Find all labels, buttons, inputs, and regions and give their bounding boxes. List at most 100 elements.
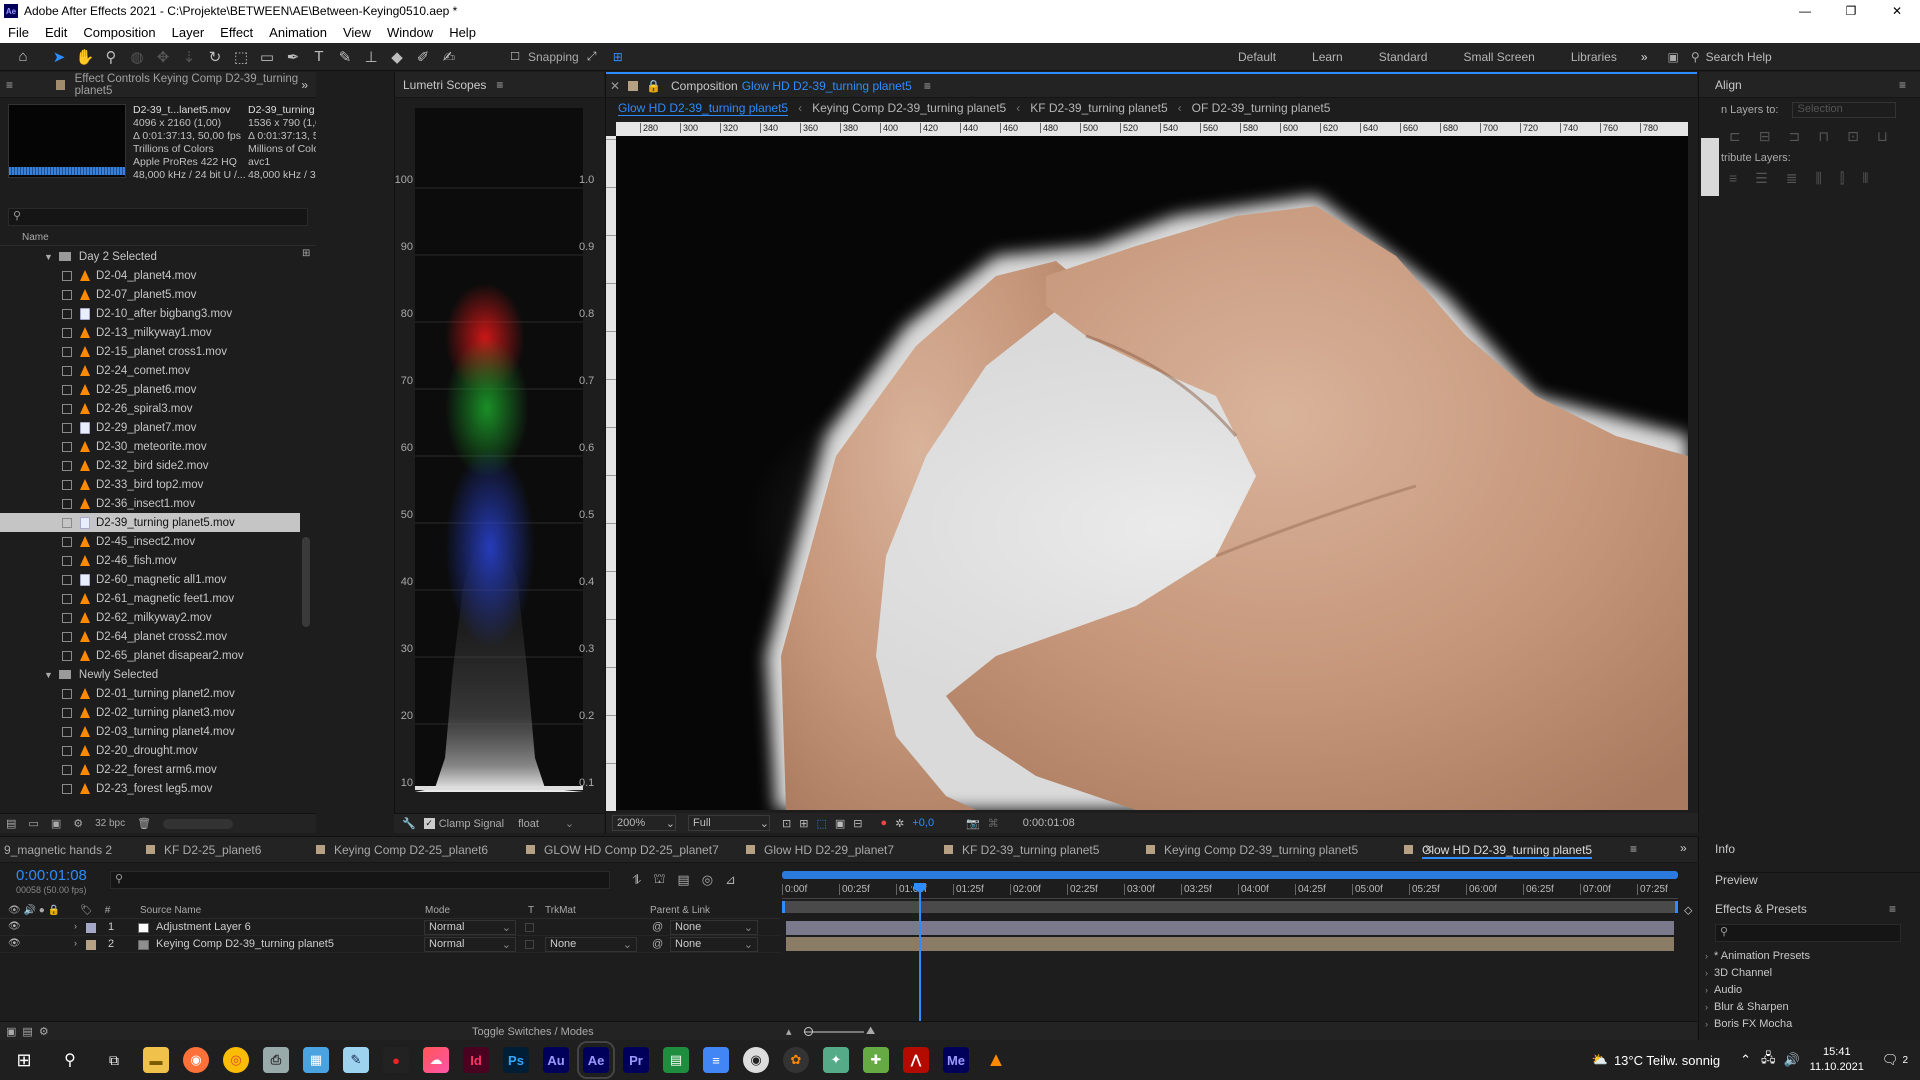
- close-window-button[interactable]: ✕: [1874, 0, 1920, 22]
- davinci-icon[interactable]: ✿: [783, 1047, 809, 1073]
- project-item[interactable]: D2-39_turning planet5.mov: [0, 513, 300, 532]
- effects-category[interactable]: › * Animation Presets: [1705, 948, 1905, 965]
- rotation-tool-icon[interactable]: ↻: [204, 46, 226, 68]
- clamp-signal-checkbox[interactable]: ✓: [423, 818, 435, 829]
- mode-column[interactable]: Mode: [425, 905, 450, 916]
- item-checkbox[interactable]: [62, 536, 72, 547]
- item-checkbox[interactable]: [62, 612, 72, 623]
- menu-layer[interactable]: Layer: [164, 25, 213, 40]
- work-area-bar[interactable]: [782, 901, 1678, 913]
- render-time-icon[interactable]: ⚙: [39, 1025, 49, 1038]
- menu-effect[interactable]: Effect: [212, 25, 261, 40]
- disclosure-triangle-icon[interactable]: ▼: [44, 670, 53, 680]
- comp-tab-name[interactable]: Glow HD D2-39_turning planet5: [742, 79, 912, 93]
- item-checkbox[interactable]: [62, 764, 72, 775]
- new-folder-icon[interactable]: ▭: [28, 817, 38, 830]
- item-checkbox[interactable]: [62, 346, 72, 357]
- effects-menu-icon[interactable]: ≡: [1889, 902, 1896, 916]
- project-item[interactable]: D2-07_planet5.mov: [0, 285, 300, 304]
- effect-controls-tab[interactable]: Effect Controls Keying Comp D2-39_turnin…: [75, 73, 316, 97]
- timeline-menu-icon[interactable]: ≡: [1630, 842, 1637, 856]
- dolly-camera-icon[interactable]: ⇣: [178, 46, 200, 68]
- menu-edit[interactable]: Edit: [37, 25, 75, 40]
- menu-animation[interactable]: Animation: [261, 25, 335, 40]
- timeline-timecode[interactable]: 0:00:01:08: [16, 867, 87, 884]
- interpret-footage-icon[interactable]: ▤: [6, 817, 16, 830]
- clock-time[interactable]: 15:41: [1810, 1045, 1864, 1060]
- after-effects-icon[interactable]: Ae: [577, 1041, 615, 1079]
- layer-label-color[interactable]: [86, 940, 96, 950]
- zoom-dropdown[interactable]: 200% ⌄: [612, 815, 676, 831]
- timeline-tab[interactable]: Glow HD D2-39_turning planet5: [1422, 843, 1593, 859]
- timeline-tab[interactable]: KF D2-25_planet6: [164, 843, 261, 857]
- type-tool-icon[interactable]: T: [308, 46, 330, 68]
- align-scroll-thumb[interactable]: [1701, 138, 1719, 196]
- menu-window[interactable]: Window: [379, 25, 441, 40]
- preserve-transparency-box[interactable]: [525, 923, 534, 932]
- comp-viewer[interactable]: [616, 136, 1688, 810]
- weather-icon[interactable]: ⛅: [1592, 1052, 1608, 1068]
- obs-icon[interactable]: ◉: [743, 1047, 769, 1073]
- align-menu-icon[interactable]: ≡: [1899, 78, 1906, 92]
- task-view-icon[interactable]: ⧉: [92, 1052, 136, 1069]
- disclosure-triangle-icon[interactable]: ›: [1705, 968, 1708, 978]
- color-channels-icon[interactable]: ●: [880, 817, 887, 829]
- visibility-eye-icon[interactable]: 👁: [8, 921, 21, 932]
- region-of-interest-icon[interactable]: ▣: [835, 817, 845, 830]
- timeline-tab[interactable]: KF D2-39_turning planet5: [962, 843, 1099, 857]
- parent-column[interactable]: Parent & Link: [650, 905, 710, 916]
- project-item[interactable]: D2-15_planet cross1.mov: [0, 342, 300, 361]
- plugin-icon[interactable]: ✚: [863, 1047, 889, 1073]
- project-item[interactable]: D2-45_insect2.mov: [0, 532, 300, 551]
- comp-nav-glow-hd[interactable]: Glow HD D2-39_turning planet5: [618, 101, 789, 116]
- project-scrollbar[interactable]: [302, 537, 310, 627]
- item-checkbox[interactable]: [62, 574, 72, 585]
- parent-dropdown[interactable]: None ⌄: [670, 937, 758, 952]
- item-checkbox[interactable]: [62, 365, 72, 376]
- disclosure-triangle-icon[interactable]: ›: [1705, 985, 1708, 995]
- indesign-icon[interactable]: Id: [463, 1047, 489, 1073]
- layer-row[interactable]: 👁 › 2 Keying Comp D2-39_turning planet5 Norm…: [0, 937, 780, 953]
- item-checkbox[interactable]: [62, 650, 72, 661]
- file-explorer-icon[interactable]: ▬: [143, 1047, 169, 1073]
- item-checkbox[interactable]: [62, 707, 72, 718]
- selection-tool-icon[interactable]: ➤: [48, 46, 70, 68]
- panel-overflow-icon[interactable]: »: [301, 78, 308, 92]
- trkmat-dropdown[interactable]: None ⌄: [545, 937, 637, 952]
- comp-nav-kf[interactable]: KF D2-39_turning planet5: [1030, 101, 1167, 115]
- close-tab-icon[interactable]: ✕: [1424, 843, 1433, 856]
- project-item[interactable]: D2-04_planet4.mov: [0, 266, 300, 285]
- effects-category[interactable]: › Blur & Sharpen: [1705, 999, 1905, 1016]
- horizontal-ruler[interactable]: 280 300 320 340 360 380 400 420 440 460 480 500 520 5…: [616, 122, 1688, 136]
- playhead[interactable]: [919, 887, 921, 1041]
- project-item[interactable]: D2-64_planet cross2.mov: [0, 627, 300, 646]
- item-checkbox[interactable]: [62, 460, 72, 471]
- firefox-icon[interactable]: ◉: [183, 1047, 209, 1073]
- info-usedin-name[interactable]: D2-39_turning planet5_P: [248, 104, 316, 117]
- item-checkbox[interactable]: [62, 270, 72, 281]
- sheets-icon[interactable]: ▤: [663, 1047, 689, 1073]
- timeline-tab[interactable]: Keying Comp D2-25_planet6: [334, 843, 488, 857]
- project-item[interactable]: D2-60_magnetic all1.mov: [0, 570, 300, 589]
- item-checkbox[interactable]: [62, 498, 72, 509]
- fast-previews-icon[interactable]: ⊡: [782, 817, 791, 830]
- exposure-value[interactable]: +0,0: [912, 817, 934, 829]
- pen-tool-icon[interactable]: ✒: [282, 46, 304, 68]
- item-checkbox[interactable]: [62, 783, 72, 794]
- effects-category[interactable]: › 3D Channel: [1705, 965, 1905, 982]
- graph-editor-icon[interactable]: ⊿: [725, 872, 736, 888]
- preserve-transparency-box[interactable]: [525, 940, 534, 949]
- item-checkbox[interactable]: [62, 631, 72, 642]
- effects-category[interactable]: › Boris FX Mocha: [1705, 1016, 1905, 1033]
- layer-name[interactable]: Adjustment Layer 6: [156, 921, 251, 933]
- motion-blur-icon[interactable]: ◎: [702, 872, 713, 888]
- show-snapshot-icon[interactable]: ⌘: [988, 817, 999, 830]
- project-horizontal-scrollbar[interactable]: [163, 818, 234, 829]
- transparency-grid-icon[interactable]: ⊞: [799, 817, 808, 830]
- paint-icon[interactable]: ✦: [823, 1047, 849, 1073]
- hand-tool-icon[interactable]: ✋: [74, 46, 96, 68]
- shy-layers-icon[interactable]: ⛫: [653, 871, 665, 889]
- project-item[interactable]: D2-33_bird top2.mov: [0, 475, 300, 494]
- notes-icon[interactable]: ✎: [343, 1047, 369, 1073]
- workspace-default[interactable]: Default: [1220, 50, 1294, 64]
